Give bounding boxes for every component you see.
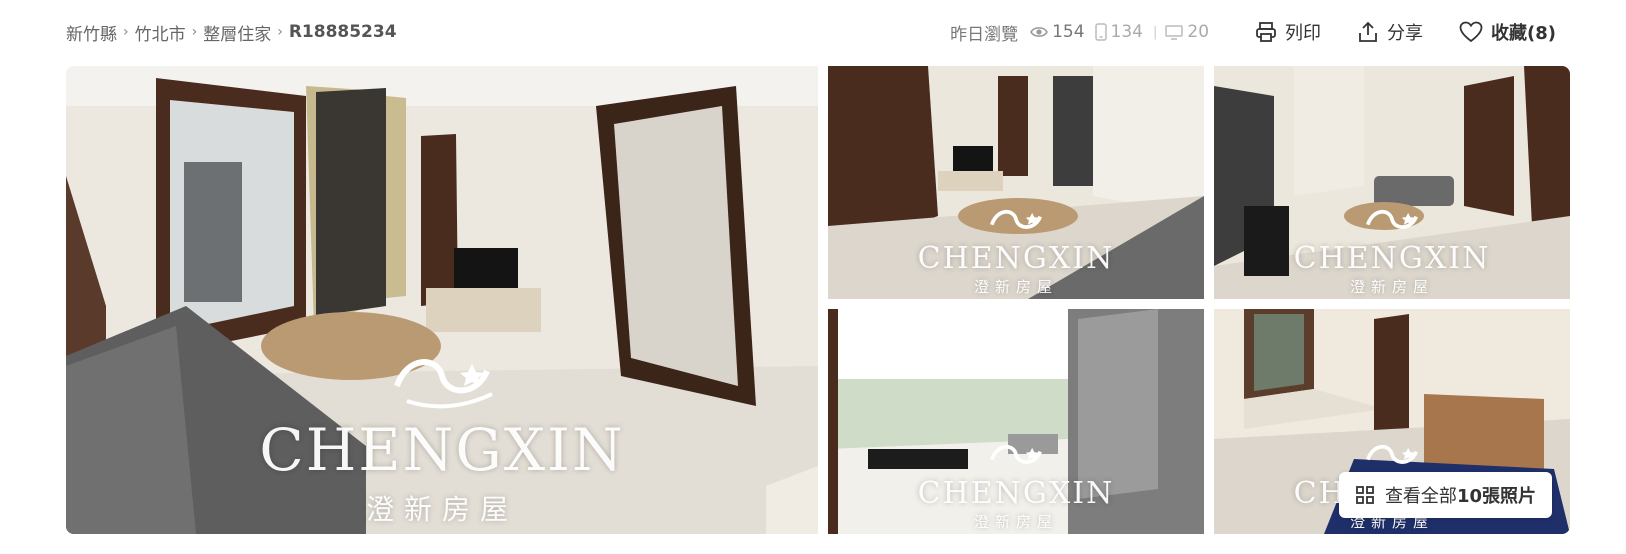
desktop-views-value: 20 <box>1187 22 1210 42</box>
mobile-icon <box>1094 23 1107 41</box>
room-photo-2 <box>828 66 1204 299</box>
desktop-views: 20 <box>1165 22 1209 42</box>
print-label: 列印 <box>1285 23 1322 44</box>
grid-icon <box>1356 486 1374 504</box>
mobile-views-value: 134 <box>1110 22 1143 42</box>
total-views-value: 154 <box>1052 22 1085 42</box>
view-all-count: 10張照片 <box>1456 486 1536 507</box>
share-button[interactable]: 分享 <box>1357 19 1423 45</box>
gallery-photo-2[interactable]: CHENGXIN 澄新房屋 <box>828 66 1204 299</box>
desktop-icon <box>1165 24 1184 40</box>
print-button[interactable]: 列印 <box>1255 19 1321 45</box>
room-photo-3 <box>1214 66 1570 299</box>
share-icon <box>1359 21 1377 42</box>
header-actions: 昨日瀏覽 154 134 | 20 列印 分享 收藏(8) <box>950 19 1556 45</box>
share-label: 分享 <box>1387 23 1424 44</box>
living-room-photo <box>66 66 818 534</box>
breadcrumb-type[interactable]: 整層住家 <box>203 20 271 45</box>
photo-gallery: CHENGXIN 澄新房屋 CHENGXIN 澄新房屋 CHENGXIN 澄新房… <box>66 66 1570 534</box>
mobile-views: 134 <box>1094 22 1143 42</box>
view-all-photos-button[interactable]: 查看全部 10張照片 <box>1338 472 1552 518</box>
breadcrumb-city[interactable]: 竹北市 <box>135 20 186 45</box>
chevron-right-icon: › <box>123 24 129 40</box>
breadcrumb-listing-id: R18885234 <box>288 22 397 42</box>
chevron-right-icon: › <box>277 24 283 40</box>
main-photo[interactable]: CHENGXIN 澄新房屋 <box>66 66 818 534</box>
views-label: 昨日瀏覽 <box>950 24 1019 45</box>
favorite-label: 收藏(8) <box>1491 23 1556 44</box>
favorite-button[interactable]: 收藏(8) <box>1459 19 1556 45</box>
gallery-photo-4[interactable]: CHENGXIN 澄新房屋 <box>828 309 1204 534</box>
top-bar: 新竹縣 › 竹北市 › 整層住家 › R18885234 昨日瀏覽 154 13… <box>66 18 1556 46</box>
eye-icon <box>1030 27 1048 37</box>
total-views: 154 <box>1030 22 1085 42</box>
kitchen-photo <box>828 309 1204 534</box>
chevron-right-icon: › <box>191 24 198 40</box>
divider: | <box>1152 24 1158 40</box>
view-all-prefix: 查看全部 <box>1384 486 1457 507</box>
breadcrumb-county[interactable]: 新竹縣 <box>66 20 117 45</box>
heart-icon <box>1459 21 1483 43</box>
gallery-photo-3[interactable]: CHENGXIN 澄新房屋 <box>1214 66 1570 299</box>
printer-icon <box>1256 22 1276 42</box>
gallery-photo-5[interactable]: CHENGXIN 澄新房屋 查看全部10張照片 <box>1214 309 1570 534</box>
breadcrumb: 新竹縣 › 竹北市 › 整層住家 › R18885234 <box>66 20 397 45</box>
